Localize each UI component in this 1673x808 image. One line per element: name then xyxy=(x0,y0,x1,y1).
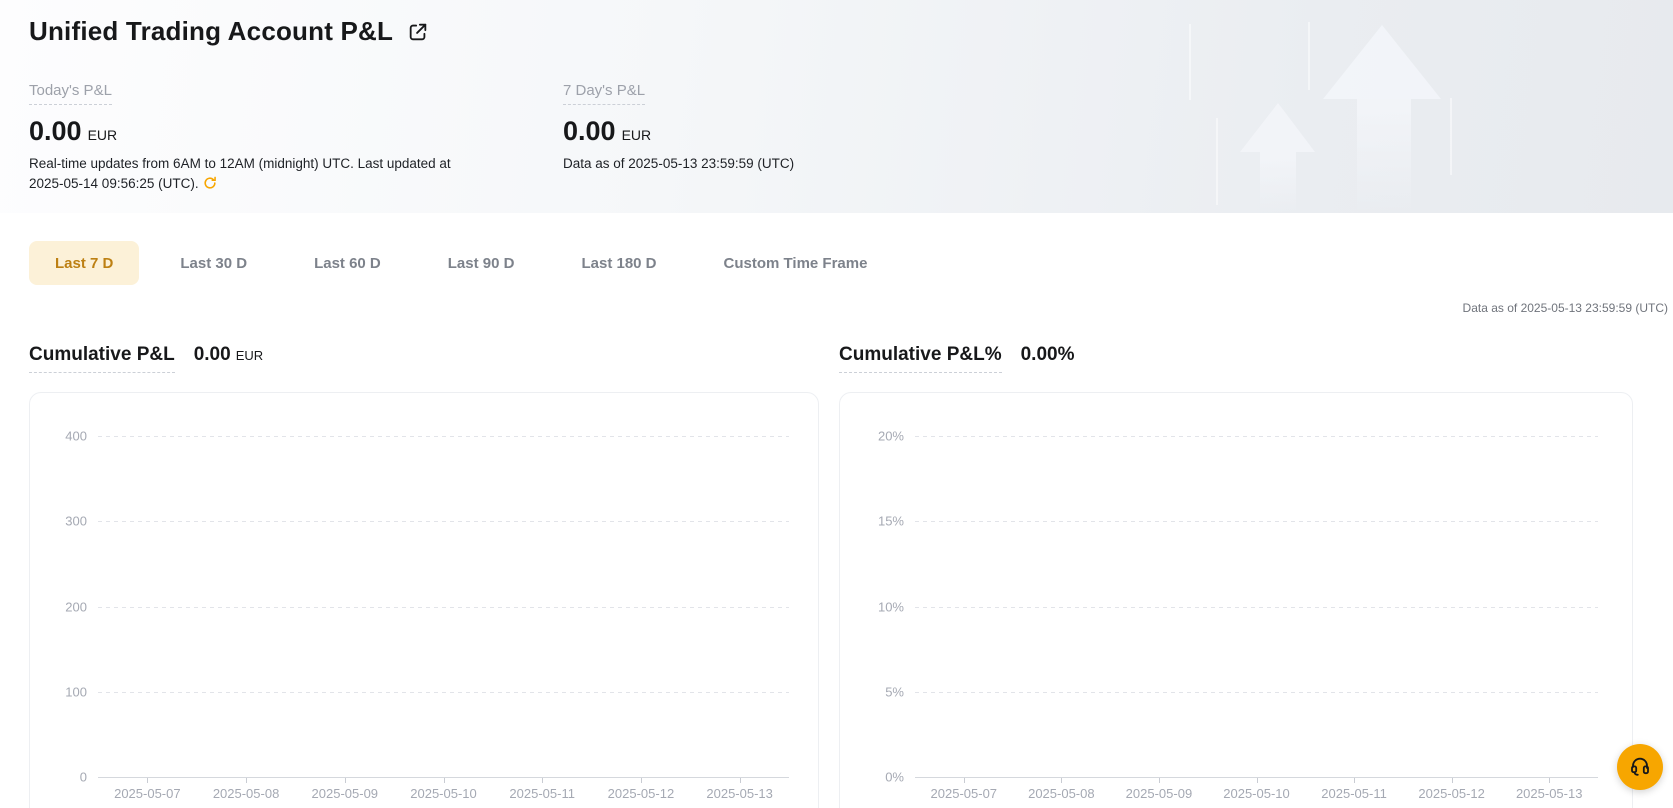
cumulative-pnl-chart-card: 0 100 200 300 400 2025-05-07 2025-05-08 2025-05… xyxy=(29,392,819,808)
gridline xyxy=(915,607,1598,608)
cumulative-pnl-current-value: 0.00 xyxy=(194,344,231,366)
tab-last-7d[interactable]: Last 7 D xyxy=(29,241,139,285)
x-axis-tick xyxy=(345,778,346,783)
seven-day-pnl-value: 0.00 xyxy=(563,116,616,147)
headset-icon xyxy=(1628,754,1652,781)
cumulative-pnl-percent-chart-card: 0% 5% 10% 15% 20% 2025-05-07 2025-05-08 2025-05… xyxy=(839,392,1633,808)
support-button[interactable] xyxy=(1617,744,1663,790)
x-axis-date-label: 2025-05-13 xyxy=(1516,786,1583,801)
todays-pnl-label[interactable]: Today's P&L xyxy=(29,82,112,105)
up-trend-arrows-graphic xyxy=(1100,0,1673,213)
x-axis-tick xyxy=(641,778,642,783)
todays-pnl-currency: EUR xyxy=(88,127,118,143)
x-axis-tick xyxy=(147,778,148,783)
seven-day-pnl-currency: EUR xyxy=(622,127,652,143)
gridline xyxy=(98,607,789,608)
cumulative-pnl-section: Cumulative P&L 0.00 EUR 0 100 200 300 400 202… xyxy=(29,344,819,808)
cumulative-pnl-title[interactable]: Cumulative P&L xyxy=(29,344,175,373)
y-axis-tick-label: 100 xyxy=(30,684,87,699)
y-axis-tick-label: 15% xyxy=(840,514,904,529)
x-axis-date-label: 2025-05-11 xyxy=(1321,786,1387,801)
x-axis-tick xyxy=(246,778,247,783)
external-link-icon[interactable] xyxy=(407,21,429,43)
x-axis-date-label: 2025-05-11 xyxy=(509,786,575,801)
x-axis-tick xyxy=(1452,778,1453,783)
x-axis-date-label: 2025-05-12 xyxy=(1418,786,1485,801)
tab-custom[interactable]: Custom Time Frame xyxy=(698,241,894,285)
seven-day-pnl-note: Data as of 2025-05-13 23:59:59 (UTC) xyxy=(563,154,1023,174)
x-axis-tick xyxy=(1354,778,1355,783)
todays-pnl-value: 0.00 xyxy=(29,116,82,147)
y-axis-tick-label: 5% xyxy=(840,684,904,699)
cumulative-pnl-unit: EUR xyxy=(236,348,263,363)
x-axis-date-label: 2025-05-08 xyxy=(1028,786,1095,801)
cumulative-pnl-title-row: Cumulative P&L 0.00 EUR xyxy=(29,344,819,374)
y-axis-tick-label: 20% xyxy=(840,429,904,444)
gridline xyxy=(98,521,789,522)
todays-pnl-note: Real-time updates from 6AM to 12AM (midn… xyxy=(29,154,474,194)
x-axis-tick xyxy=(1257,778,1258,783)
x-axis-tick xyxy=(740,778,741,783)
x-axis-date-label: 2025-05-13 xyxy=(706,786,773,801)
x-axis-date-label: 2025-05-09 xyxy=(1126,786,1193,801)
time-range-tabs: Last 7 D Last 30 D Last 60 D Last 90 D Last … xyxy=(29,241,893,285)
x-axis-date-label: 2025-05-10 xyxy=(1223,786,1290,801)
unified-trading-pnl-page: Unified Trading Account P&L Today's P&L … xyxy=(0,0,1673,808)
x-axis-date-label: 2025-05-10 xyxy=(410,786,477,801)
y-axis-tick-label: 0% xyxy=(840,770,904,785)
y-axis-tick-label: 400 xyxy=(30,429,87,444)
x-axis-tick xyxy=(444,778,445,783)
x-axis-tick xyxy=(1549,778,1550,783)
x-axis-tick xyxy=(1159,778,1160,783)
gridline xyxy=(98,692,789,693)
x-axis-date-label: 2025-05-12 xyxy=(608,786,675,801)
gridline xyxy=(98,436,789,437)
tab-last-180d[interactable]: Last 180 D xyxy=(555,241,682,285)
cumulative-pnl-percent-title[interactable]: Cumulative P&L% xyxy=(839,344,1002,373)
x-axis-date-label: 2025-05-08 xyxy=(213,786,280,801)
x-axis-tick xyxy=(1061,778,1062,783)
refresh-icon[interactable] xyxy=(203,176,217,190)
tab-last-90d[interactable]: Last 90 D xyxy=(422,241,541,285)
todays-pnl-note-text: Real-time updates from 6AM to 12AM (midn… xyxy=(29,156,451,191)
x-axis-date-label: 2025-05-07 xyxy=(114,786,181,801)
seven-day-pnl-label[interactable]: 7 Day's P&L xyxy=(563,82,645,105)
tab-last-60d[interactable]: Last 60 D xyxy=(288,241,407,285)
page-title: Unified Trading Account P&L xyxy=(29,16,393,47)
cumulative-pnl-percent-current-value: 0.00% xyxy=(1021,344,1075,366)
x-axis-tick xyxy=(964,778,965,783)
y-axis-tick-label: 0 xyxy=(30,770,87,785)
todays-pnl-block: Today's P&L 0.00 EUR Real-time updates f… xyxy=(29,82,474,194)
gridline xyxy=(915,436,1598,437)
data-as-of-note: Data as of 2025-05-13 23:59:59 (UTC) xyxy=(1463,301,1668,315)
y-axis-tick-label: 10% xyxy=(840,599,904,614)
tab-last-30d[interactable]: Last 30 D xyxy=(154,241,273,285)
x-axis-date-label: 2025-05-07 xyxy=(931,786,998,801)
cumulative-pnl-plot-area[interactable]: 0 100 200 300 400 2025-05-07 2025-05-08 2025-05… xyxy=(30,393,818,808)
cumulative-pnl-percent-plot-area[interactable]: 0% 5% 10% 15% 20% 2025-05-07 2025-05-08 2025-05… xyxy=(840,393,1632,808)
seven-day-pnl-block: 7 Day's P&L 0.00 EUR Data as of 2025-05-… xyxy=(563,82,1023,174)
gridline xyxy=(915,521,1598,522)
y-axis-tick-label: 200 xyxy=(30,599,87,614)
x-axis-date-label: 2025-05-09 xyxy=(312,786,379,801)
cumulative-pnl-percent-section: Cumulative P&L% 0.00% 0% 5% 10% 15% 20% 2025-… xyxy=(839,344,1633,808)
cumulative-pnl-percent-title-row: Cumulative P&L% 0.00% xyxy=(839,344,1633,374)
page-title-row: Unified Trading Account P&L xyxy=(29,16,429,47)
y-axis-tick-label: 300 xyxy=(30,514,87,529)
x-axis-tick xyxy=(542,778,543,783)
gridline xyxy=(915,692,1598,693)
